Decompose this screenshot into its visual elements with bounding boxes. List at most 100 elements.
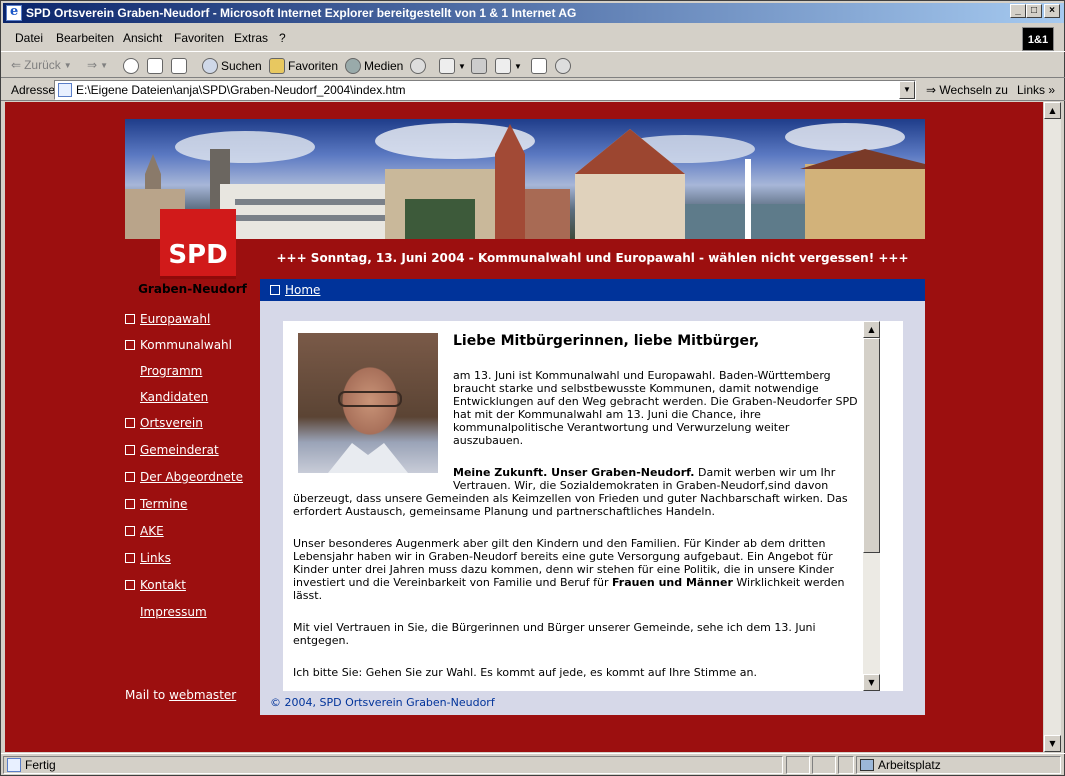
zone-panel: Arbeitsplatz xyxy=(856,756,1061,774)
chevron-down-icon[interactable]: ▼ xyxy=(899,81,915,99)
sidebar-item-label[interactable]: Ortsverein xyxy=(140,416,203,430)
menu-extras[interactable]: Extras xyxy=(234,31,268,45)
text-line: Kinder unter drei Jahren muss dazu komme… xyxy=(293,563,834,576)
sidebar-item-label[interactable]: Der Abgeordnete xyxy=(140,470,243,484)
minimize-button[interactable]: _ xyxy=(1010,4,1026,18)
print-icon xyxy=(471,58,487,74)
window-scrollbar[interactable]: ▲ ▼ xyxy=(1044,102,1061,752)
media-button[interactable]: Medien xyxy=(345,58,403,74)
sidebar-item-label[interactable]: Europawahl xyxy=(140,312,210,326)
checkbox-icon xyxy=(125,418,135,428)
forward-button[interactable]: ⇒ ▼ xyxy=(87,58,108,72)
article-frame[interactable]: Liebe Mitbürgerinnen, liebe Mitbürger, a… xyxy=(283,321,903,691)
scroll-down-icon[interactable]: ▼ xyxy=(863,674,880,691)
sidebar-item-kontakt[interactable]: Kontakt xyxy=(125,578,186,592)
menu-favoriten[interactable]: Favoriten xyxy=(174,31,224,45)
home-button[interactable] xyxy=(171,58,187,74)
text-line: Lebensjahr haben wir in Graben-Neudorf b… xyxy=(293,550,833,563)
print-button[interactable] xyxy=(471,58,487,74)
sidebar-item-gemeinderat[interactable]: Gemeinderat xyxy=(125,443,219,457)
text-line: Damit werben wir um Ihr xyxy=(694,466,836,479)
search-icon xyxy=(202,58,218,74)
spd-logo[interactable]: SPD xyxy=(160,209,236,279)
sidebar-item-ortsverein[interactable]: Ortsverein xyxy=(125,416,203,430)
search-button[interactable]: Suchen xyxy=(202,58,262,74)
sidebar-item-label[interactable]: Kontakt xyxy=(140,578,186,592)
menu-bearbeiten[interactable]: Bearbeiten xyxy=(56,31,114,45)
sidebar-item-label[interactable]: Kandidaten xyxy=(140,390,208,404)
links-button[interactable]: Links » xyxy=(1017,83,1055,97)
checkbox-icon xyxy=(125,314,135,324)
checkbox-icon xyxy=(125,526,135,536)
sidebar-item-impressum[interactable]: Impressum xyxy=(140,605,207,619)
sidebar-item-links[interactable]: Links xyxy=(125,551,171,565)
paragraph-1: am 13. Juni ist Kommunalwahl und Europaw… xyxy=(453,369,858,447)
text-line: entgegen. xyxy=(293,634,350,647)
sidebar-item-label[interactable]: Programm xyxy=(140,364,202,378)
status-bar: Fertig Arbeitsplatz xyxy=(1,753,1065,775)
sidebar-item-label[interactable]: AKE xyxy=(140,524,164,538)
go-label: Wechseln zu xyxy=(939,83,1008,97)
sidebar-item-europawahl[interactable]: Europawahl xyxy=(125,312,210,326)
sidebar-item-label[interactable]: Termine xyxy=(140,497,187,511)
favorites-button[interactable]: Favoriten xyxy=(269,58,338,74)
ie-icon xyxy=(6,4,22,21)
history-button[interactable] xyxy=(410,58,426,74)
scroll-up-icon[interactable]: ▲ xyxy=(863,321,880,338)
text-line: kommunalpolitische Verantwortung und Ver… xyxy=(453,421,790,434)
text-line: überzeugt, dass unsere Gemeinden als Kei… xyxy=(293,492,848,505)
back-button[interactable]: ⇐ Zurück ▼ xyxy=(11,58,72,72)
discuss-button[interactable] xyxy=(531,58,547,74)
mail-button[interactable]: ▼ xyxy=(439,58,466,74)
back-label: Zurück xyxy=(24,58,61,72)
isp-logo: 1&1 xyxy=(1022,27,1054,51)
menu-help[interactable]: ? xyxy=(279,31,286,45)
header-banner-image xyxy=(125,119,925,239)
town-collage-image xyxy=(125,123,925,239)
sidebar-item-label[interactable]: Gemeinderat xyxy=(140,443,219,457)
paragraph-5: Ich bitte Sie: Gehen Sie zur Wahl. Es ko… xyxy=(293,666,757,679)
go-button[interactable]: ⇒ Wechseln zu xyxy=(926,83,1008,97)
sidebar-item-label[interactable]: Links xyxy=(140,551,171,565)
chevron-down-icon: ▼ xyxy=(63,60,72,70)
close-button[interactable]: × xyxy=(1044,4,1060,18)
scroll-up-icon[interactable]: ▲ xyxy=(1044,102,1061,119)
sidebar-item-kommunalwahl[interactable]: Kommunalwahl xyxy=(125,338,232,352)
scroll-thumb[interactable] xyxy=(863,338,880,553)
collar-shape xyxy=(328,443,408,473)
sidebar-item-kandidaten[interactable]: Kandidaten xyxy=(140,390,208,404)
sidebar-item-label: Kommunalwahl xyxy=(140,338,232,352)
refresh-button[interactable] xyxy=(147,58,163,74)
sidebar-item-der-abgeordnete[interactable]: Der Abgeordnete xyxy=(125,470,243,484)
stop-button[interactable] xyxy=(123,58,139,74)
paragraph-4: Mit viel Vertrauen in Sie, die Bürgerinn… xyxy=(293,621,816,647)
webmaster-link[interactable]: webmaster xyxy=(169,688,236,702)
article-scrollbar[interactable]: ▲ ▼ xyxy=(863,321,880,691)
sidebar-item-programm[interactable]: Programm xyxy=(140,364,202,378)
maximize-button[interactable]: □ xyxy=(1026,4,1042,18)
edit-button[interactable]: ▼ xyxy=(495,58,522,74)
messenger-button[interactable] xyxy=(555,58,571,74)
address-input[interactable]: E:\Eigene Dateien\anja\SPD\Graben-Neudor… xyxy=(54,80,916,100)
discuss-icon xyxy=(531,58,547,74)
menu-datei[interactable]: Datei xyxy=(15,31,43,45)
text-line: investiert und die Vereinbarkeit von Fam… xyxy=(293,576,845,589)
sidebar-item-ake[interactable]: AKE xyxy=(125,524,164,538)
scroll-down-icon[interactable]: ▼ xyxy=(1044,735,1061,752)
browser-window: SPD Ortsverein Graben-Neudorf - Microsof… xyxy=(0,0,1065,776)
checkbox-icon xyxy=(270,285,280,295)
window-title: SPD Ortsverein Graben-Neudorf - Microsof… xyxy=(26,6,577,20)
status-text: Fertig xyxy=(25,758,56,772)
text-line: lässt. xyxy=(293,589,323,602)
home-link[interactable]: Home xyxy=(285,283,320,297)
text-line: auszubauen. xyxy=(453,434,524,447)
menu-ansicht[interactable]: Ansicht xyxy=(123,31,162,45)
chevron-down-icon: ▼ xyxy=(458,61,466,71)
chevron-down-icon: ▼ xyxy=(514,61,522,71)
paragraph-3: Unser besonderes Augenmerk aber gilt den… xyxy=(293,537,845,602)
sidebar-item-label[interactable]: Impressum xyxy=(140,605,207,619)
sidebar-item-termine[interactable]: Termine xyxy=(125,497,187,511)
status-panel: Fertig xyxy=(3,756,783,774)
text-span: investiert und die Vereinbarkeit von Fam… xyxy=(293,576,612,589)
text-line: Unser besonderes Augenmerk aber gilt den… xyxy=(293,537,826,550)
